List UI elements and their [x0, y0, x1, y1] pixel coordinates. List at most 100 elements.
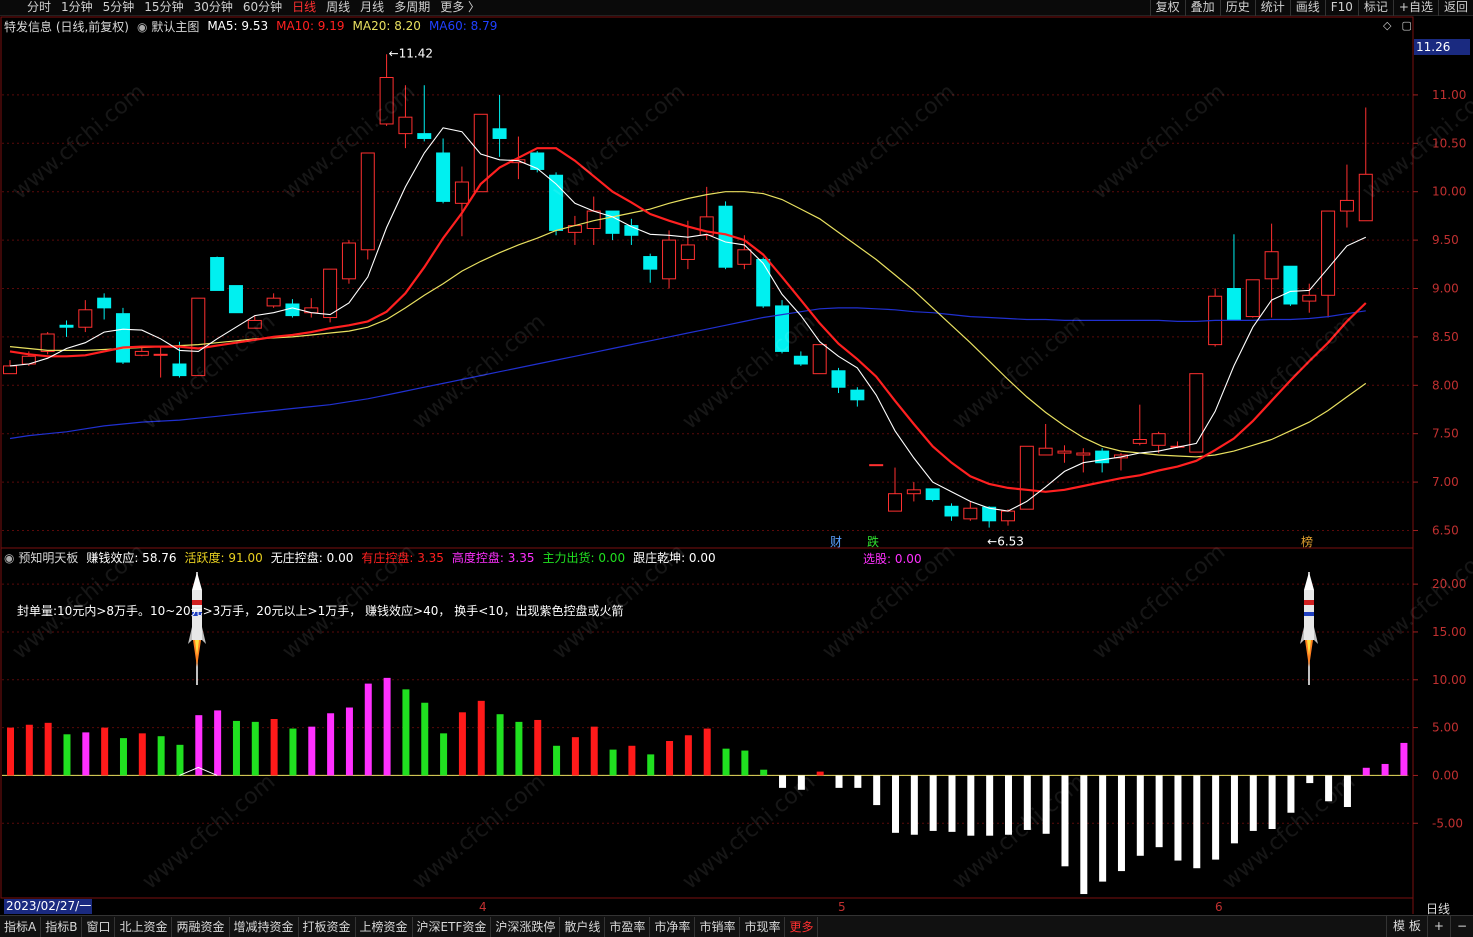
indicator-bar — [1400, 742, 1408, 776]
indicator-tab[interactable]: 沪深ETF资金 — [413, 916, 492, 937]
indicator-bar — [910, 775, 918, 835]
candle — [756, 257, 771, 308]
candle — [1000, 509, 1015, 526]
candle — [1038, 424, 1053, 456]
indicator-bar — [496, 714, 504, 776]
indicator-tab[interactable]: 沪深涨跌停 — [491, 916, 561, 937]
rocket-icon — [188, 572, 206, 685]
candle-body — [1245, 279, 1260, 318]
candle — [812, 344, 827, 375]
indicator-tab[interactable]: 散户线 — [560, 916, 606, 937]
indicator-tab[interactable]: 两融资金 — [172, 916, 230, 937]
indicator-tab[interactable]: 更多 — [785, 916, 819, 937]
main-tick-label: 6.50 — [1432, 523, 1459, 537]
indicator-tab[interactable]: 增减持资金 — [230, 916, 299, 937]
sub-tick-label: 5.00 — [1432, 721, 1459, 735]
settings-dot-icon: ◉ — [4, 550, 15, 565]
candle-body — [1132, 438, 1147, 444]
sub-tick-label: 0.00 — [1432, 768, 1459, 782]
indicator-bar — [82, 732, 90, 776]
sub-legend-item: 有庄控盘: 3.35 — [361, 550, 444, 565]
candle-body — [605, 210, 620, 234]
candle-body — [812, 344, 827, 375]
indicator-bar — [119, 738, 127, 776]
indicator-bar — [402, 689, 410, 776]
indicator-bar — [628, 745, 636, 776]
sub-legend-item: 活跃度: 91.00 — [184, 550, 263, 565]
indicator-tab[interactable]: 指标A — [0, 916, 42, 937]
indicator-bar — [553, 745, 561, 776]
indicator-tabbar: 指标A 指标B 窗口 北上资金 两融资金 增减持资金 打板资金 上榜资金 沪深ETF资金 沪深涨跌… — [0, 915, 1473, 937]
candle — [454, 166, 469, 237]
month-label-4: 4 — [479, 900, 487, 914]
candle-body — [1151, 433, 1166, 446]
candle — [97, 293, 112, 320]
watermark-text: www.cfchi.com — [948, 309, 1090, 434]
indicator-tab[interactable]: 上榜资金 — [356, 916, 413, 937]
panel-control-button[interactable]: 模 板 — [1386, 916, 1427, 937]
candle — [850, 387, 865, 407]
candlestick-chart[interactable]: 11.0010.5010.009.509.008.508.007.507.006… — [0, 0, 1473, 937]
candle-body — [793, 355, 808, 365]
event-marker: 财 — [830, 535, 842, 549]
indicator-tab[interactable]: 市盈率 — [605, 916, 651, 937]
sub-legend-item: 无庄控盘: 0.00 — [270, 550, 354, 565]
candle-body — [1057, 450, 1072, 454]
watermark-text: www.cfchi.com — [408, 309, 550, 434]
candle — [436, 138, 451, 204]
candle — [1076, 448, 1091, 473]
indicator-bar — [1230, 775, 1238, 844]
watermark-text: www.cfchi.com — [548, 79, 690, 204]
candle — [963, 501, 978, 521]
main-tick-label: 7.00 — [1432, 475, 1459, 489]
candle-body — [643, 256, 658, 270]
candle — [1019, 445, 1034, 510]
indicator-tab[interactable]: 市净率 — [650, 916, 696, 937]
indicator-bar — [571, 737, 579, 776]
candle-body — [680, 244, 695, 260]
candle-body — [1339, 199, 1354, 212]
candle — [1189, 373, 1204, 453]
sub-tick-label: 15.00 — [1432, 625, 1466, 639]
watermark-text: www.cfchi.com — [8, 79, 150, 204]
indicator-bar — [1268, 775, 1276, 829]
indicator-bar — [421, 702, 429, 776]
indicator-bar — [515, 721, 523, 776]
indicator-bar — [477, 700, 485, 776]
indicator-bar — [7, 727, 14, 776]
panel-control-button[interactable]: + — [1426, 916, 1450, 937]
indicator-tab[interactable]: 北上资金 — [115, 916, 173, 937]
candle — [59, 320, 74, 337]
indicator-tab[interactable]: 指标B — [41, 916, 83, 937]
indicator-bar — [892, 775, 900, 833]
indicator-tab[interactable]: 窗口 — [82, 916, 116, 937]
watermark-text: www.cfchi.com — [1358, 539, 1473, 664]
indicator-note: 封单量:10元内>8万手。10~20元>3万手，20元以上>1万手， 赚钱效应>… — [17, 604, 624, 618]
indicator-bar — [929, 775, 937, 831]
indicator-bar — [1381, 763, 1389, 776]
candle — [153, 346, 168, 378]
indicator-bar — [232, 720, 240, 776]
indicator-tab[interactable]: 打板资金 — [299, 916, 356, 937]
candle — [624, 218, 639, 245]
indicator-bar — [684, 735, 692, 776]
rocket-icon — [1300, 572, 1318, 685]
candle-body — [869, 464, 884, 467]
candle-body — [228, 285, 243, 314]
indicator-bar — [251, 721, 259, 776]
candle — [793, 351, 808, 366]
watermark-text: www.cfchi.com — [1088, 79, 1230, 204]
event-marker: 跌 — [867, 534, 879, 549]
xuangu-value: 选股: 0.00 — [863, 552, 922, 566]
sub-chart-legend: ◉ 预知明天板 赚钱效应: 58.76 活跃度: 91.00 无庄控盘: 0.00 有… — [4, 549, 716, 565]
indicator-bar — [176, 744, 184, 776]
watermark-text: www.cfchi.com — [1218, 309, 1360, 434]
indicator-tab[interactable]: 市现率 — [740, 916, 786, 937]
panel-control-button[interactable]: − — [1449, 916, 1473, 937]
indicator-bar — [289, 728, 297, 776]
indicator-bar — [308, 726, 316, 776]
indicator-bar — [854, 775, 862, 788]
indicator-bar — [1362, 767, 1370, 776]
indicator-tab[interactable]: 市销率 — [695, 916, 741, 937]
sub-indicator-name[interactable]: ◉ 预知明天板 — [4, 549, 78, 566]
